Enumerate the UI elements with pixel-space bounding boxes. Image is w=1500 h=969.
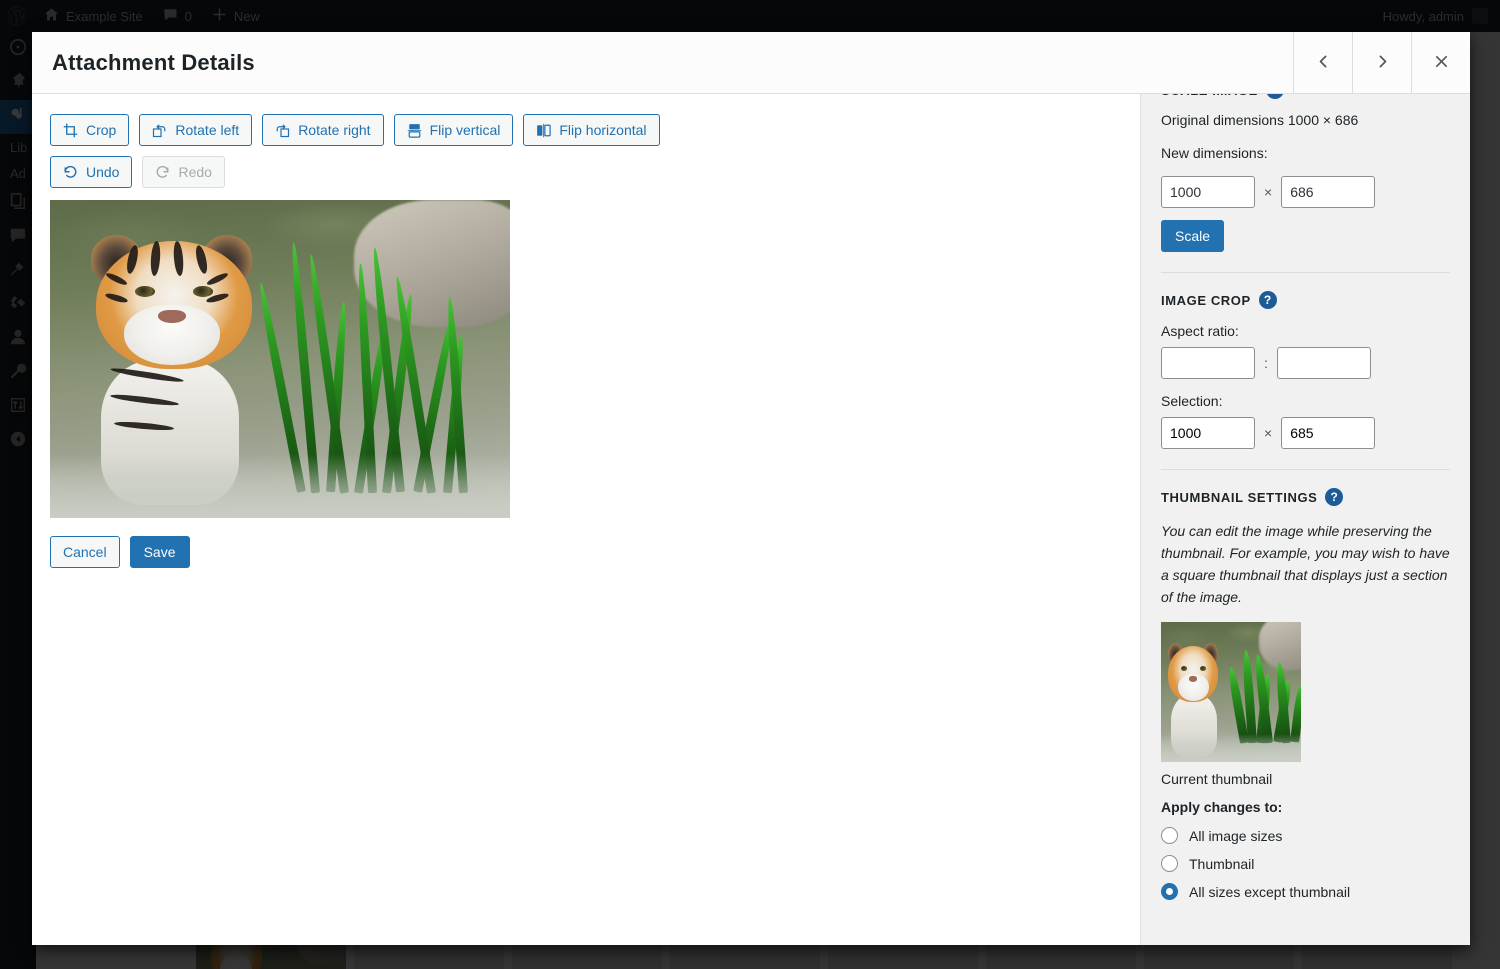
aspect-separator: : <box>1264 355 1268 371</box>
aspect-ratio-width-input[interactable] <box>1161 347 1255 379</box>
page-title: Attachment Details <box>52 49 255 75</box>
redo-icon <box>155 165 170 180</box>
editor-settings-pane: SCALE IMAGE ? Original dimensions 1000 ×… <box>1140 94 1470 945</box>
rotate-right-button[interactable]: Rotate right <box>262 114 384 146</box>
image-crop-title: IMAGE CROP <box>1161 292 1251 308</box>
scale-button[interactable]: Scale <box>1161 220 1225 252</box>
redo-label: Redo <box>178 164 212 180</box>
editor-image-canvas[interactable] <box>50 200 510 518</box>
image-editor-pane: Crop Rotate left Rotate right Flip verti… <box>32 94 1140 945</box>
radio-label: All image sizes <box>1189 827 1283 844</box>
radio-label: Thumbnail <box>1189 855 1255 872</box>
scale-width-input[interactable] <box>1161 176 1255 208</box>
image-crop-header: IMAGE CROP ? <box>1161 291 1450 309</box>
thumbnail-note: You can edit the image while preserving … <box>1161 523 1450 606</box>
modal-header-buttons <box>1293 32 1470 93</box>
thumbnail-settings-section: THUMBNAIL SETTINGS ? You can edit the im… <box>1161 488 1450 901</box>
selection-height-input[interactable] <box>1281 417 1376 449</box>
divider <box>1161 469 1450 470</box>
editor-action-buttons: Cancel Save <box>50 536 1122 568</box>
aspect-ratio-inputs: : <box>1161 347 1450 379</box>
undo-button[interactable]: Undo <box>50 156 133 188</box>
modal-header: Attachment Details <box>32 32 1470 94</box>
tiger-image-large <box>50 200 510 518</box>
selection-separator: × <box>1264 425 1273 441</box>
thumbnail-settings-title: THUMBNAIL SETTINGS <box>1161 489 1318 505</box>
editor-toolbar-history: Undo Redo <box>50 156 1122 188</box>
current-thumbnail-preview <box>1161 622 1301 763</box>
scale-image-title: SCALE IMAGE <box>1161 94 1258 98</box>
divider <box>1161 272 1450 273</box>
help-icon[interactable]: ? <box>1325 488 1344 506</box>
radio-button-indicator[interactable] <box>1161 855 1178 873</box>
rotate-left-button[interactable]: Rotate left <box>139 114 253 146</box>
selection-width-input[interactable] <box>1161 417 1255 449</box>
help-icon[interactable]: ? <box>1258 291 1277 309</box>
thumbnail-settings-header: THUMBNAIL SETTINGS ? <box>1161 488 1450 506</box>
modal-body: Crop Rotate left Rotate right Flip verti… <box>32 94 1470 945</box>
radio-thumbnail[interactable]: Thumbnail <box>1161 855 1450 873</box>
undo-icon <box>63 165 78 180</box>
flip-horizontal-button[interactable]: Flip horizontal <box>523 114 660 146</box>
new-dimensions-label: New dimensions: <box>1161 145 1268 161</box>
rotate-right-icon <box>275 123 290 138</box>
close-button[interactable] <box>1411 32 1470 93</box>
redo-button[interactable]: Redo <box>142 156 225 188</box>
chevron-right-icon <box>1374 53 1391 73</box>
scale-image-header: SCALE IMAGE ? <box>1161 94 1284 99</box>
radio-all-image-sizes[interactable]: All image sizes <box>1161 827 1450 845</box>
crop-button[interactable]: Crop <box>50 114 130 146</box>
apply-changes-label: Apply changes to: <box>1161 799 1283 816</box>
help-icon[interactable]: ? <box>1265 94 1284 99</box>
aspect-ratio-height-input[interactable] <box>1276 347 1371 379</box>
previous-media-button[interactable] <box>1293 32 1352 93</box>
crop-icon <box>63 123 78 138</box>
undo-label: Undo <box>86 164 120 180</box>
radio-button-indicator[interactable] <box>1161 827 1178 845</box>
scale-height-input[interactable] <box>1281 176 1376 208</box>
flip-horizontal-label: Flip horizontal <box>559 122 647 138</box>
selection-label: Selection: <box>1161 393 1223 409</box>
flip-vertical-icon <box>407 123 422 138</box>
next-media-button[interactable] <box>1352 32 1411 93</box>
new-dimensions-inputs: × <box>1161 176 1450 208</box>
close-icon <box>1433 53 1450 73</box>
radio-label: All sizes except thumbnail <box>1189 883 1351 900</box>
rotate-right-label: Rotate right <box>298 122 371 138</box>
save-button[interactable]: Save <box>129 536 190 568</box>
aspect-ratio-label: Aspect ratio: <box>1161 323 1239 339</box>
chevron-left-icon <box>1315 53 1332 73</box>
flip-vertical-label: Flip vertical <box>429 122 501 138</box>
tiger-thumbnail <box>1161 622 1301 763</box>
flip-horizontal-icon <box>536 123 552 138</box>
cancel-button[interactable]: Cancel <box>50 536 120 568</box>
original-dimensions: Original dimensions 1000 × 686 <box>1161 112 1359 128</box>
dimension-separator: × <box>1264 184 1273 200</box>
rotate-left-icon <box>152 123 167 138</box>
radio-button-indicator[interactable] <box>1161 883 1178 901</box>
rotate-left-label: Rotate left <box>175 122 240 138</box>
crop-label: Crop <box>86 122 117 138</box>
attachment-details-modal: Attachment Details Crop Rotate left Rota… <box>32 32 1470 945</box>
editor-toolbar-primary: Crop Rotate left Rotate right Flip verti… <box>50 114 1122 146</box>
radio-all-except-thumbnail[interactable]: All sizes except thumbnail <box>1161 883 1450 901</box>
scale-image-section: Original dimensions 1000 × 686 New dimen… <box>1161 94 1450 252</box>
thumbnail-caption: Current thumbnail <box>1161 771 1273 788</box>
selection-inputs: × <box>1161 417 1450 449</box>
screen: Lib Ad <box>0 0 1500 969</box>
flip-vertical-button[interactable]: Flip vertical <box>393 114 514 146</box>
image-crop-section: IMAGE CROP ? Aspect ratio: : Selection: … <box>1161 291 1450 449</box>
